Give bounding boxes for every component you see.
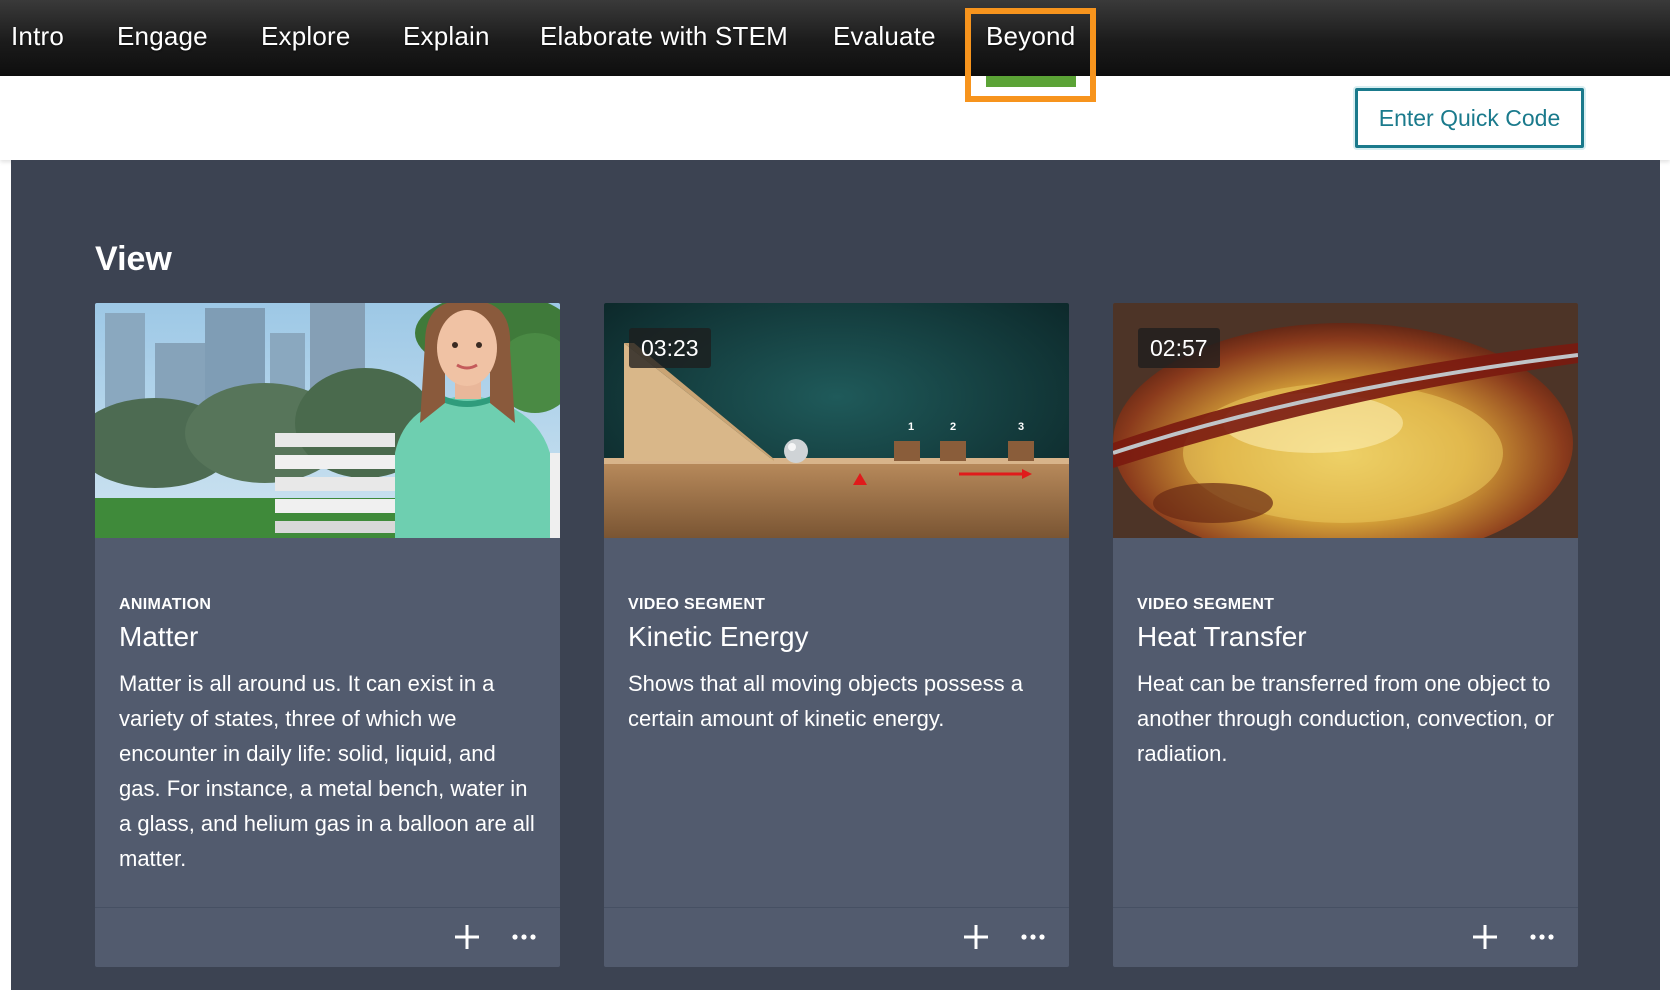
card-footer xyxy=(95,907,560,967)
tab-highlight-box xyxy=(965,8,1096,102)
nav-tab-elaborate-with-stem[interactable]: Elaborate with STEM xyxy=(540,0,788,76)
media-card-kinetic-energy[interactable]: 1 2 3 03:23 VIDEO SEGMENT Kinetic Energy… xyxy=(604,303,1069,967)
heated-glass-thumbnail[interactable]: 02:57 xyxy=(1113,303,1578,538)
card-title[interactable]: Matter xyxy=(119,621,198,653)
nav-tab-engage[interactable]: Engage xyxy=(117,0,208,76)
section-title: View xyxy=(95,240,172,278)
card-description: Heat can be transferred from one object … xyxy=(1137,671,1555,766)
nav-tab-evaluate[interactable]: Evaluate xyxy=(833,0,936,76)
card-footer xyxy=(1113,907,1578,967)
card-type-label: ANIMATION xyxy=(119,596,212,613)
nav-tab-explain[interactable]: Explain xyxy=(403,0,490,76)
more-horizontal-icon[interactable] xyxy=(1018,922,1048,952)
block-label-2: 2 xyxy=(949,421,957,433)
media-card-heat-transfer[interactable]: 02:57 VIDEO SEGMENT Heat Transfer Heat c… xyxy=(1113,303,1578,967)
video-duration-badge: 02:57 xyxy=(1138,328,1220,368)
video-duration-badge: 03:23 xyxy=(629,328,711,368)
card-title[interactable]: Heat Transfer xyxy=(1137,621,1307,653)
park-animation-thumbnail[interactable] xyxy=(95,303,560,538)
media-card-matter[interactable]: ANIMATION Matter Matter is all around us… xyxy=(95,303,560,967)
card-description: Matter is all around us. It can exist in… xyxy=(119,671,535,871)
card-type-label: VIDEO SEGMENT xyxy=(628,596,766,613)
ramp-ball-thumbnail[interactable]: 1 2 3 03:23 xyxy=(604,303,1069,538)
nav-tab-explore[interactable]: Explore xyxy=(261,0,351,76)
plus-icon[interactable] xyxy=(1470,922,1500,952)
card-title[interactable]: Kinetic Energy xyxy=(628,621,809,653)
card-footer xyxy=(604,907,1069,967)
card-type-label: VIDEO SEGMENT xyxy=(1137,596,1275,613)
plus-icon[interactable] xyxy=(961,922,991,952)
more-horizontal-icon[interactable] xyxy=(509,922,539,952)
nav-tab-intro[interactable]: Intro xyxy=(11,0,64,76)
top-navigation: Intro Engage Explore Explain Elaborate w… xyxy=(0,0,1670,76)
enter-quick-code-button[interactable]: Enter Quick Code xyxy=(1355,88,1584,148)
more-horizontal-icon[interactable] xyxy=(1527,922,1557,952)
plus-icon[interactable] xyxy=(452,922,482,952)
page: Intro Engage Explore Explain Elaborate w… xyxy=(0,0,1670,990)
block-label-3: 3 xyxy=(1017,421,1025,433)
card-description: Shows that all moving objects possess a … xyxy=(628,671,1023,731)
block-label-1: 1 xyxy=(907,421,915,433)
